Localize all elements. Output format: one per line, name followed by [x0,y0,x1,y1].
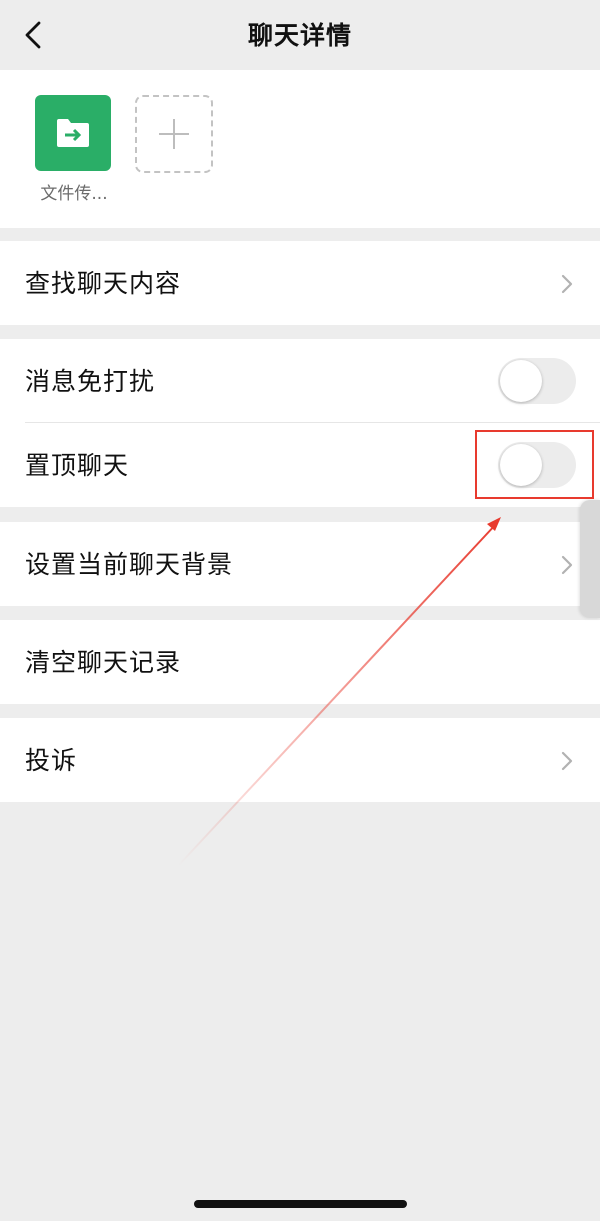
file-transfer-icon [57,119,89,147]
add-member-button[interactable] [135,95,213,173]
background-group: 设置当前聊天背景 [0,522,600,606]
member-name: 文件传... [40,184,108,204]
report-row[interactable]: 投诉 [0,718,600,802]
search-chat-content-row[interactable]: 查找聊天内容 [0,241,600,325]
chevron-right-icon [561,555,573,575]
row-label: 查找聊天内容 [25,269,182,298]
nav-bar: 聊天详情 [0,0,600,70]
mute-notifications-row: 消息免打扰 [0,339,600,423]
annotation-highlight-box [475,430,594,499]
plus-icon [159,119,189,149]
row-label: 投诉 [25,746,78,775]
row-label: 设置当前聊天背景 [25,550,234,579]
mute-notifications-toggle[interactable] [498,358,576,404]
floating-side-tab[interactable] [580,500,600,618]
clear-chat-history-row[interactable]: 清空聊天记录 [0,620,600,704]
avatar [35,95,111,171]
page-title: 聊天详情 [247,21,352,50]
member-file-transfer[interactable]: 文件传... [30,95,118,204]
home-indicator [194,1200,407,1208]
set-chat-background-row[interactable]: 设置当前聊天背景 [0,522,600,606]
report-group: 投诉 [0,718,600,802]
chevron-right-icon [561,274,573,294]
toggle-knob [500,360,542,402]
search-group: 查找聊天内容 [0,241,600,325]
row-label: 消息免打扰 [25,367,156,396]
chevron-right-icon [561,751,573,771]
row-label: 清空聊天记录 [25,648,182,677]
chat-members-section: 文件传... [0,70,600,228]
row-label: 置顶聊天 [25,451,130,480]
clear-history-group: 清空聊天记录 [0,620,600,704]
